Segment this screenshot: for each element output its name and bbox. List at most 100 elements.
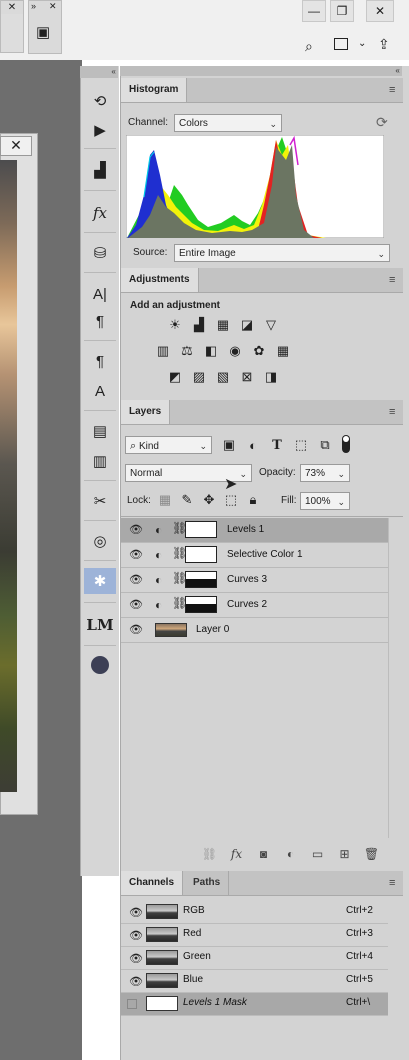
lock-image-icon[interactable]: ✎ (178, 492, 196, 508)
curves-icon[interactable]: ▦ (214, 317, 232, 333)
history-icon[interactable]: ⟲ (84, 88, 116, 114)
notes-icon[interactable]: ▥ (84, 448, 116, 474)
visibility-eye-icon[interactable]: 👁︎ (129, 952, 143, 965)
filter-type-icon[interactable]: T (268, 437, 286, 453)
character-styles-icon[interactable]: A (84, 378, 116, 404)
circle-plugin-icon[interactable] (84, 652, 116, 678)
color-lookup-icon[interactable]: ▦ (274, 343, 292, 359)
threshold-icon[interactable]: ▧ (214, 369, 232, 385)
triangle-icon[interactable]: ▽ (262, 317, 280, 333)
visibility-checkbox[interactable] (127, 999, 137, 1009)
puppet-warp-icon[interactable]: ✱ (84, 568, 116, 594)
dock-collapse-icon[interactable]: « (80, 66, 118, 78)
tab-adjustments[interactable]: Adjustments (121, 268, 199, 292)
delete-layer-icon[interactable]: 🗑︎ (358, 847, 385, 861)
clone-source-icon[interactable]: ⛁ (84, 240, 116, 266)
visibility-eye-icon[interactable]: 👁︎ (129, 598, 143, 611)
document-close-icon[interactable]: ✕ (0, 136, 32, 156)
color-balance-icon[interactable]: ⚖ (178, 343, 196, 359)
layer-row-levels-1[interactable]: 👁︎ ◐ ⛓︎ Levels 1 (121, 518, 388, 543)
link-layers-icon[interactable]: ⛓︎ (196, 847, 223, 861)
invert-icon[interactable]: ◩ (166, 369, 184, 385)
source-select[interactable]: Entire Image ⌄ (174, 244, 390, 262)
visibility-eye-icon[interactable]: 👁︎ (129, 523, 143, 536)
share-icon[interactable]: ⇪ (378, 36, 390, 53)
selective-color-icon[interactable]: ⊠ (238, 369, 256, 385)
layer-row-curves-2[interactable]: 👁︎ ◐ ⛓︎ Curves 2 (121, 593, 388, 618)
filter-kind-select[interactable]: ⌕ Kind ⌄ (125, 436, 212, 454)
lock-artboard-icon[interactable]: ⬚ (222, 492, 240, 508)
restore-button[interactable]: ❐ (330, 0, 354, 22)
tools-icon[interactable]: ✂ (84, 488, 116, 514)
lock-position-icon[interactable]: ✥ (200, 492, 218, 508)
visibility-eye-icon[interactable]: 👁︎ (129, 623, 143, 636)
properties-icon[interactable]: ▤ (84, 418, 116, 444)
channel-row-blue[interactable]: 👁︎ Blue Ctrl+5 (121, 970, 388, 993)
channel-row-red[interactable]: 👁︎ Red Ctrl+3 (121, 924, 388, 947)
lm-plugin-icon[interactable]: LM (84, 612, 116, 638)
panel-menu-icon[interactable]: ≡ (389, 78, 401, 102)
panels-collapse-icon[interactable]: « (120, 66, 402, 76)
new-layer-icon[interactable]: ⊞ (331, 847, 358, 861)
document-image[interactable] (0, 160, 17, 792)
tab-layers[interactable]: Layers (121, 400, 171, 424)
collapse-icon[interactable]: » (31, 1, 36, 11)
tab-histogram[interactable]: Histogram (121, 78, 188, 102)
visibility-eye-icon[interactable]: 👁︎ (129, 548, 143, 561)
histogram-panel-icon[interactable]: ▟ (84, 157, 116, 183)
channel-row-levels-1-mask[interactable]: Levels 1 Mask Ctrl+\ (121, 993, 388, 1016)
panel-menu-icon[interactable]: ≡ (389, 400, 401, 424)
lock-transparent-icon[interactable]: ▦ (156, 492, 174, 508)
character-icon[interactable]: A| (84, 281, 116, 307)
layer-row-layer-0[interactable]: 👁︎ Layer 0 (121, 618, 388, 643)
chevron-down-icon[interactable]: ⌄ (358, 38, 366, 49)
visibility-eye-icon[interactable]: 👁︎ (129, 975, 143, 988)
posterize-icon[interactable]: ▨ (190, 369, 208, 385)
refresh-icon[interactable]: ⟳ (376, 114, 388, 131)
channel-mixer-icon[interactable]: ✿ (250, 343, 268, 359)
channel-row-rgb[interactable]: 👁︎ RGB Ctrl+2 (121, 901, 388, 924)
visibility-eye-icon[interactable]: 👁︎ (129, 906, 143, 919)
new-adjustment-icon[interactable]: ◐ (277, 847, 304, 861)
add-mask-icon[interactable]: ◙ (250, 847, 277, 861)
photo-filter-icon[interactable]: ◉ (226, 343, 244, 359)
opacity-input[interactable]: 73% ⌄ (300, 464, 350, 482)
levels-icon[interactable]: ▟ (190, 317, 208, 333)
layer-style-fx-icon[interactable]: fx (223, 847, 250, 861)
filter-adjustment-icon[interactable]: ◐ (244, 437, 262, 453)
libraries-icon[interactable]: ◎ (84, 528, 116, 554)
paragraph-styles-icon[interactable]: ¶ (84, 348, 116, 374)
filter-smart-object-icon[interactable]: ⧉ (316, 437, 334, 453)
filter-pixel-icon[interactable]: ▣ (220, 437, 238, 453)
actions-play-icon[interactable]: ▶ (84, 117, 116, 143)
black-white-icon[interactable]: ◧ (202, 343, 220, 359)
styles-fx-icon[interactable]: fx (84, 200, 116, 226)
visibility-eye-icon[interactable]: 👁︎ (129, 929, 143, 942)
layers-scrollbar[interactable] (388, 518, 403, 838)
layer-thumbnail[interactable] (155, 623, 187, 637)
panel-menu-icon[interactable]: ≡ (389, 268, 401, 292)
vibrance-icon[interactable]: ▥ (154, 343, 172, 359)
channel-row-green[interactable]: 👁︎ Green Ctrl+4 (121, 947, 388, 970)
minimize-button[interactable]: — (302, 0, 326, 22)
exposure-icon[interactable]: ◪ (238, 317, 256, 333)
filter-toggle-icon[interactable] (342, 435, 350, 453)
layer-row-selective-color-1[interactable]: 👁︎ ◐ ⛓︎ Selective Color 1 (121, 543, 388, 568)
paragraph-icon[interactable]: ¶ (84, 308, 116, 334)
layer-mask-thumbnail[interactable] (185, 596, 217, 613)
brightness-contrast-icon[interactable]: ☀ (166, 317, 184, 333)
new-group-icon[interactable]: ▭ (304, 847, 331, 861)
layer-mask-thumbnail[interactable] (185, 546, 217, 563)
close-icon[interactable]: ✕ (49, 1, 57, 12)
filter-shape-icon[interactable]: ⬚ (292, 437, 310, 453)
layer-mask-thumbnail[interactable] (185, 521, 217, 538)
close-window-button[interactable]: ✕ (366, 0, 394, 22)
fill-input[interactable]: 100% ⌄ (300, 492, 350, 510)
gradient-map-icon[interactable]: ◨ (262, 369, 280, 385)
search-icon[interactable]: ⌕ (305, 38, 313, 55)
tab-paths[interactable]: Paths (185, 871, 230, 895)
layer-mask-thumbnail[interactable] (185, 571, 217, 588)
lock-all-icon[interactable]: 🔒︎ (244, 492, 262, 508)
visibility-eye-icon[interactable]: 👁︎ (129, 573, 143, 586)
workspace-icon[interactable] (334, 38, 348, 50)
